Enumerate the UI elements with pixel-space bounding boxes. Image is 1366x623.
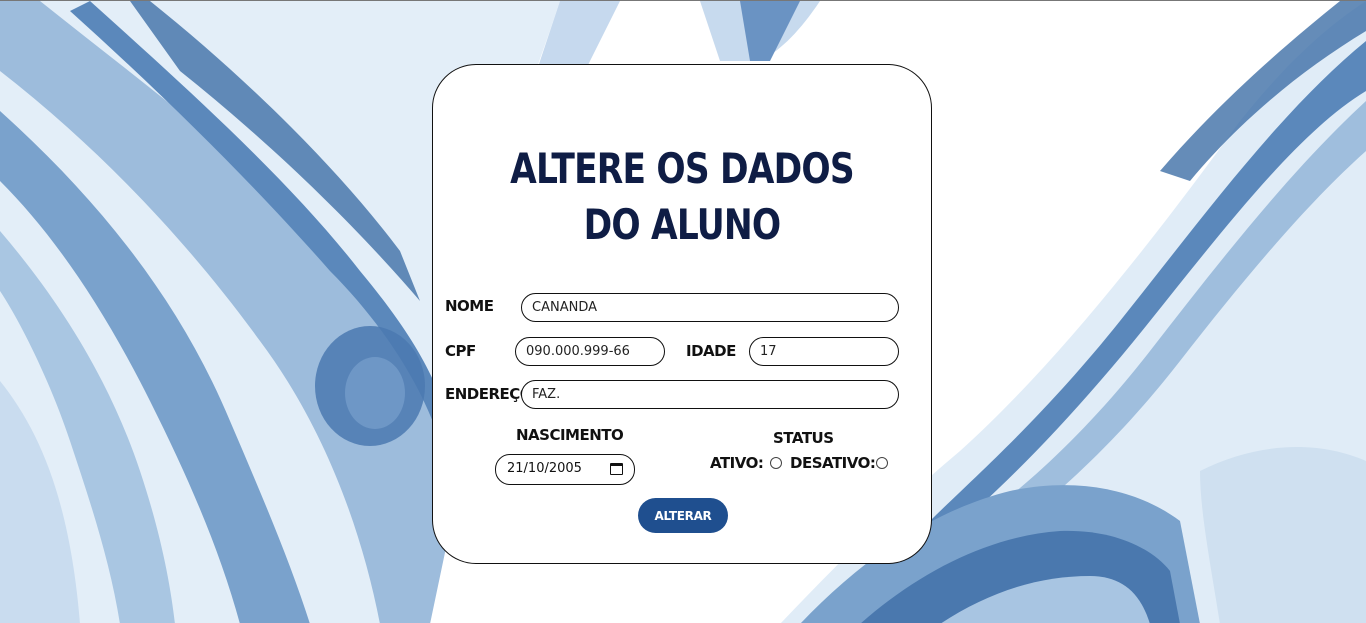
alterar-button[interactable]: ALTERAR	[638, 498, 728, 533]
cpf-input[interactable]	[515, 337, 665, 366]
ativo-radio[interactable]	[770, 457, 782, 469]
cpf-label: CPF	[445, 342, 476, 360]
calendar-icon[interactable]	[610, 463, 623, 475]
nome-label: NOME	[445, 297, 494, 315]
nascimento-label: NASCIMENTO	[516, 426, 624, 444]
idade-input[interactable]	[749, 337, 899, 366]
endereco-label: ENDEREÇO	[445, 385, 533, 403]
ativo-label: ATIVO:	[710, 454, 764, 472]
page-title: ALTERE OS DADOS DO ALUNO	[510, 144, 854, 249]
desativo-label: DESATIVO:	[790, 454, 876, 472]
desativo-radio[interactable]	[876, 457, 888, 469]
nascimento-date-value: 21/10/2005	[507, 461, 582, 476]
nascimento-date-input[interactable]: 21/10/2005	[495, 454, 635, 485]
idade-label: IDADE	[686, 342, 736, 360]
endereco-input[interactable]	[521, 380, 899, 409]
nome-input[interactable]	[521, 293, 899, 322]
edit-student-card: ALTERE OS DADOS DO ALUNO NOME CPF IDADE …	[432, 64, 932, 564]
status-label: STATUS	[773, 429, 834, 447]
